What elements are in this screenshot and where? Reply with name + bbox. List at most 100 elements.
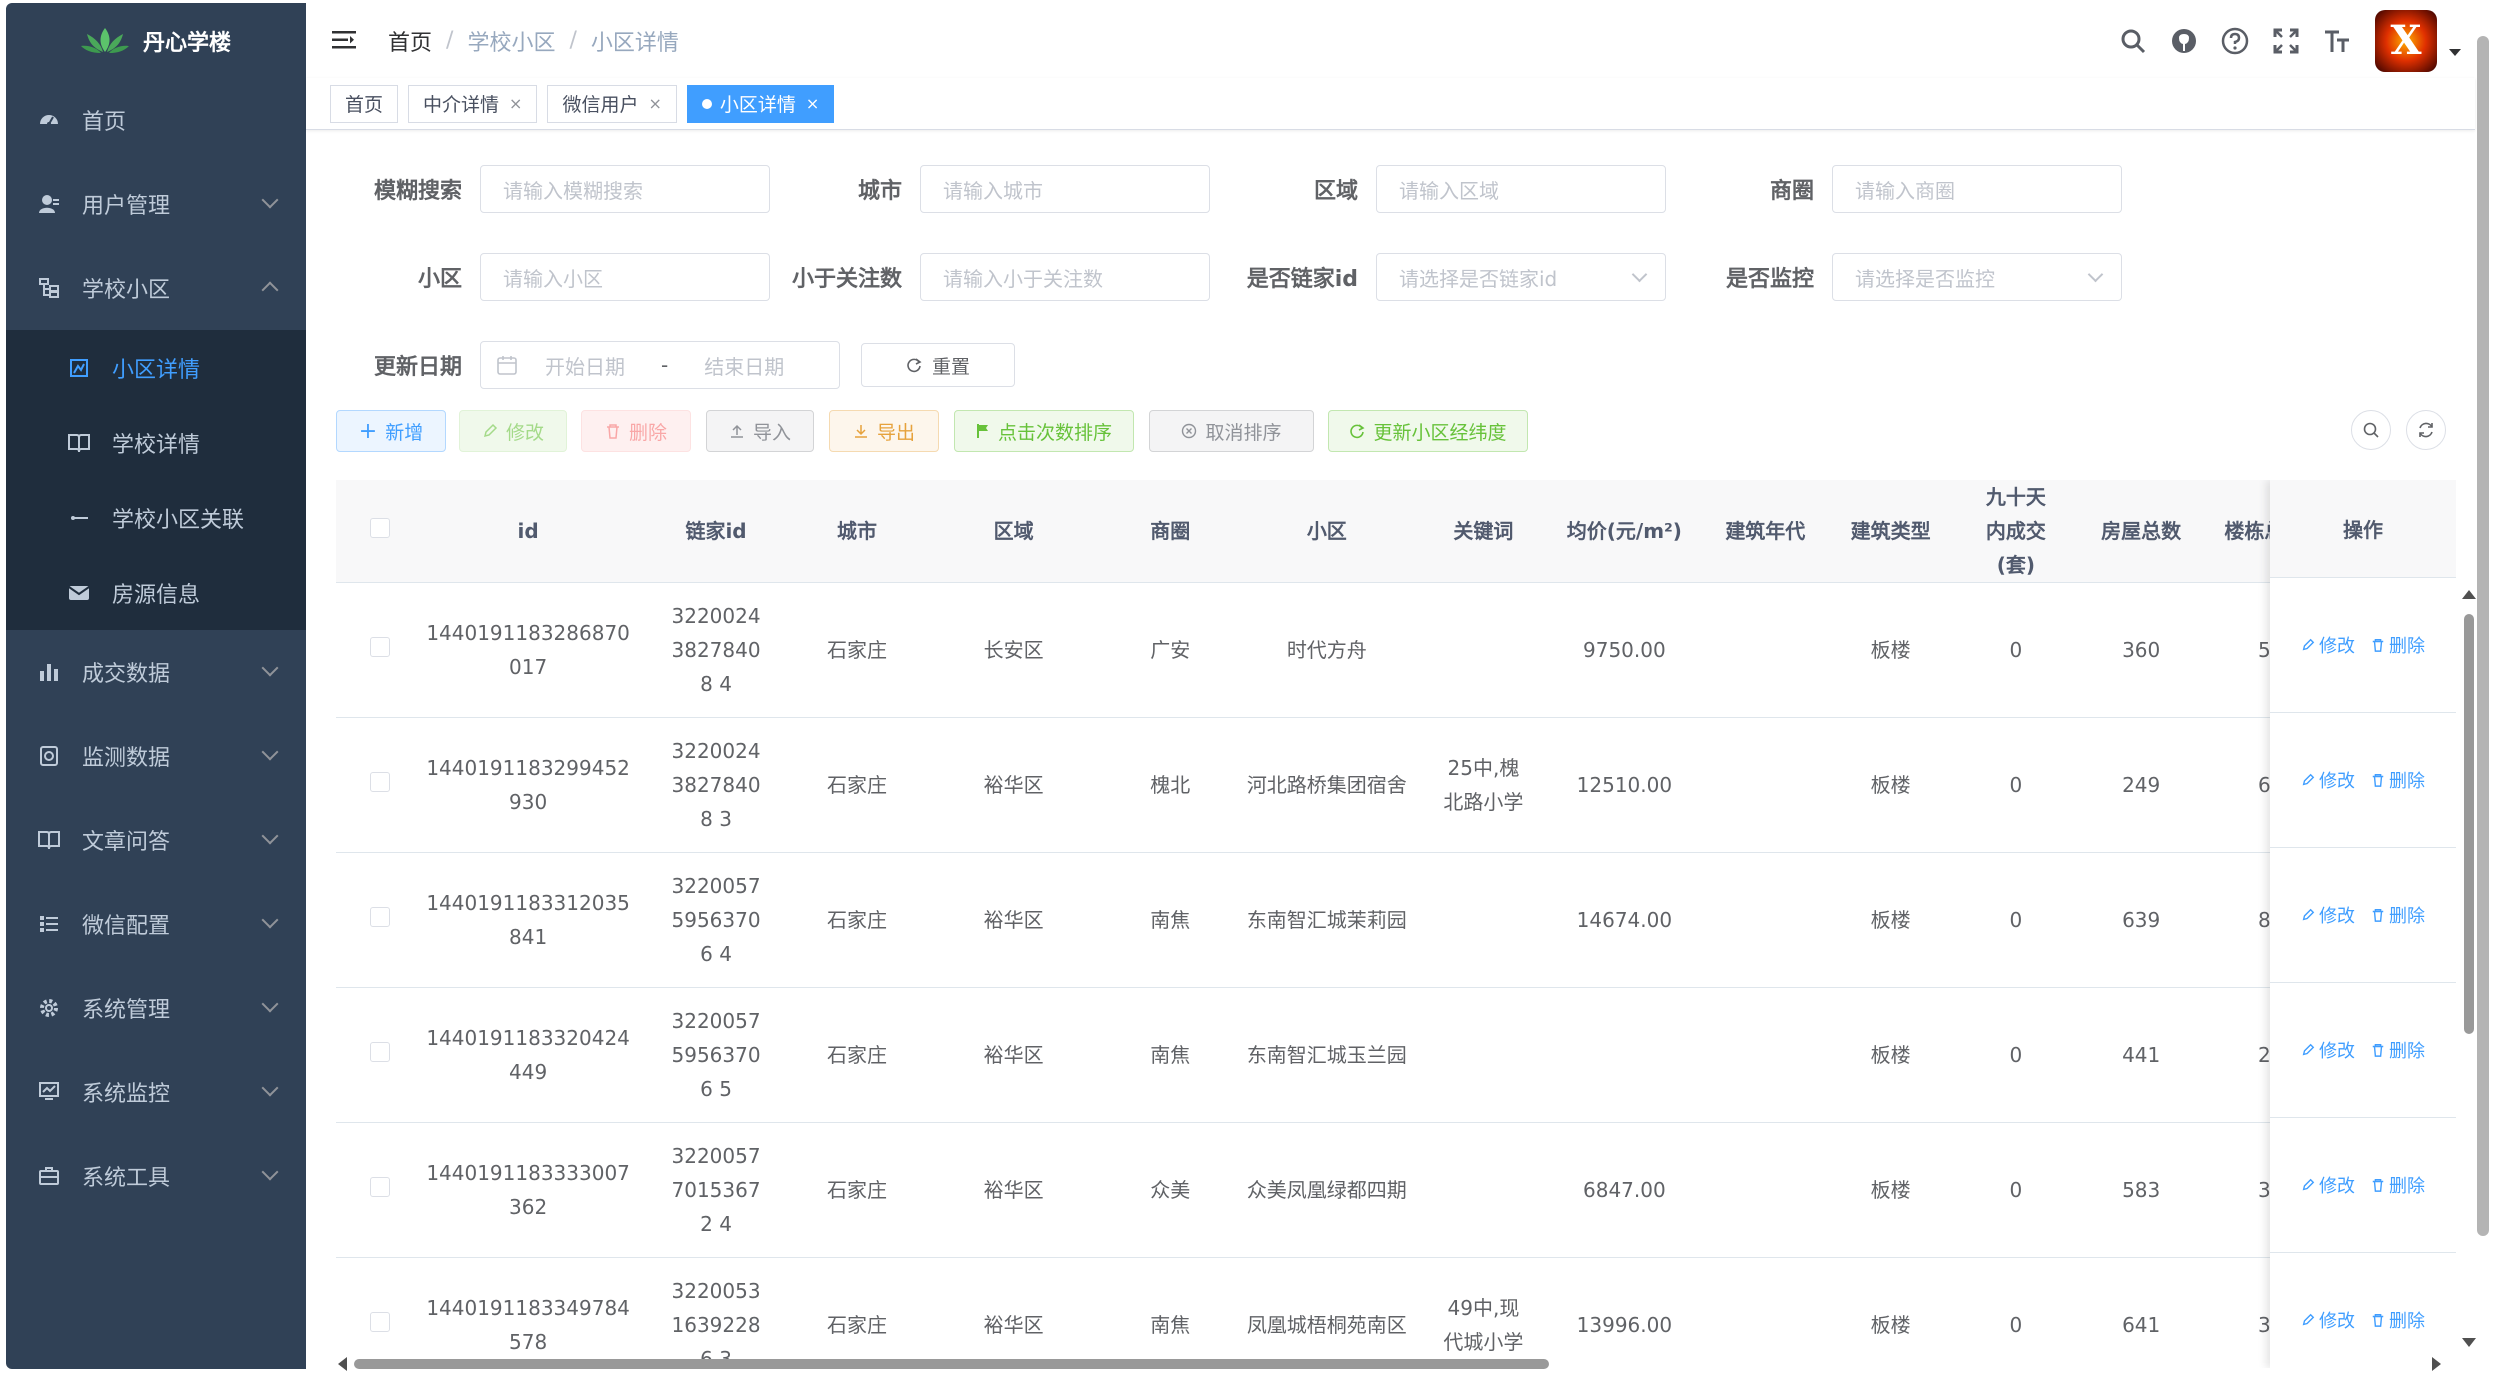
row-edit-button[interactable]: 修改 (2301, 1172, 2355, 1198)
table-horizontal-scrollbar[interactable] (336, 1355, 2456, 1373)
table-row[interactable]: 1440191183320424449 322005759563706 5 石家庄裕… (336, 987, 2456, 1123)
import-button[interactable]: 导入 (706, 410, 814, 452)
refresh-icon (1350, 424, 1365, 439)
add-button[interactable]: + 新增 (336, 410, 446, 452)
breadcrumb-item[interactable]: 首页 (388, 25, 432, 57)
sort-by-clicks-button[interactable]: 点击次数排序 (954, 410, 1134, 452)
submenu-school-community: 小区详情 学校详情 学校小区关联 房源信息 (6, 330, 306, 630)
select-all-checkbox[interactable] (369, 518, 390, 538)
sidebar-item-monitor-data[interactable]: 监测数据 (6, 714, 306, 798)
refresh-table-button[interactable] (2406, 410, 2446, 450)
row-delete-button[interactable]: 删除 (2371, 767, 2425, 793)
user-avatar[interactable]: X (2375, 9, 2437, 72)
row-edit-button[interactable]: 修改 (2301, 632, 2355, 658)
question-icon[interactable] (2218, 24, 2252, 58)
row-edit-button[interactable]: 修改 (2301, 767, 2355, 793)
logo[interactable]: 丹心学楼 (6, 3, 306, 78)
row-delete-button[interactable]: 删除 (2371, 632, 2425, 658)
row-checkbox-cell[interactable] (336, 717, 424, 853)
sidebar-item-wechat-config[interactable]: 微信配置 (6, 882, 306, 966)
reset-button[interactable]: 重置 (861, 343, 1015, 387)
row-delete-button[interactable]: 删除 (2371, 902, 2425, 928)
table-row[interactable]: 1440191183312035841 322005759563706 4 石家庄裕… (336, 852, 2456, 988)
row-edit-button[interactable]: 修改 (2301, 902, 2355, 928)
lianjia-select[interactable]: 请选择是否链家id (1376, 253, 1666, 301)
hamburger-icon[interactable] (330, 26, 360, 56)
filter-label: 商圈 (1769, 179, 1814, 204)
scroll-up-arrow-icon[interactable] (2462, 590, 2476, 599)
row-checkbox-cell[interactable] (336, 1257, 424, 1368)
row-checkbox-cell[interactable] (336, 582, 424, 718)
row-checkbox[interactable] (369, 1312, 390, 1332)
community-input[interactable]: 请输入小区 (480, 253, 770, 301)
header-checkbox-cell[interactable] (336, 480, 424, 583)
date-range-picker[interactable]: 开始日期 - 结束日期 (480, 341, 840, 389)
update-geo-button[interactable]: 更新小区经纬度 (1328, 410, 1528, 452)
row-checkbox[interactable] (369, 1042, 390, 1062)
toggle-search-button[interactable] (2351, 410, 2391, 450)
sidebar-item-system-tools[interactable]: 系统工具 (6, 1134, 306, 1218)
sidebar-item-school-detail[interactable]: 学校详情 (6, 405, 306, 480)
search-icon[interactable] (2116, 24, 2150, 58)
scroll-down-arrow-icon[interactable] (2462, 1338, 2476, 1347)
row-checkbox[interactable] (369, 637, 390, 657)
sidebar-item-user-management[interactable]: 用户管理 (6, 162, 306, 246)
table-row[interactable]: 1440191183299452930 322002438278408 3 石家庄裕… (336, 717, 2456, 853)
scrollbar-thumb[interactable] (354, 1359, 1549, 1369)
close-icon[interactable]: × (806, 94, 819, 113)
row-checkbox[interactable] (369, 772, 390, 792)
row-edit-button[interactable]: 修改 (2301, 1037, 2355, 1063)
sidebar-item-system-monitor[interactable]: 系统监控 (6, 1050, 306, 1134)
date-end[interactable]: 结束日期 (704, 351, 784, 380)
sidebar-item-community-detail[interactable]: 小区详情 (6, 330, 306, 405)
close-icon[interactable]: × (509, 94, 522, 113)
fullscreen-icon[interactable] (2269, 24, 2303, 58)
row-delete-button[interactable]: 删除 (2371, 1037, 2425, 1063)
table-row[interactable]: 1440191183349784578 322005316392286 3 石家庄裕… (336, 1257, 2456, 1368)
business-input[interactable]: 请输入商圈 (1832, 165, 2122, 213)
table-row[interactable]: 1440191183286870017 322002438278408 4 石家庄长… (336, 582, 2456, 718)
table-row[interactable]: 1440191183333007362 322005770153672 4 石家庄裕… (336, 1122, 2456, 1258)
github-icon[interactable] (2167, 24, 2201, 58)
scroll-right-arrow-icon[interactable] (2432, 1357, 2441, 1371)
edit-button[interactable]: 修改 (459, 410, 567, 452)
sidebar-item-system-management[interactable]: 系统管理 (6, 966, 306, 1050)
row-checkbox-cell[interactable] (336, 987, 424, 1123)
scroll-left-arrow-icon[interactable] (338, 1357, 347, 1371)
row-checkbox[interactable] (369, 907, 390, 927)
district-input[interactable]: 请输入区域 (1376, 165, 1666, 213)
tag-community-detail[interactable]: 小区详情 × (686, 84, 835, 123)
follow-count-input[interactable]: 请输入小于关注数 (920, 253, 1210, 301)
tag-home[interactable]: 首页 (330, 84, 399, 123)
sidebar-item-articles[interactable]: 文章问答 (6, 798, 306, 882)
delete-button[interactable]: 删除 (581, 410, 691, 452)
row-edit-button[interactable]: 修改 (2301, 1307, 2355, 1333)
fuzzy-search-input[interactable]: 请输入模糊搜索 (480, 165, 770, 213)
row-operations: 修改 删除 (2270, 713, 2456, 848)
row-delete-button[interactable]: 删除 (2371, 1307, 2425, 1333)
close-icon[interactable]: × (648, 94, 661, 113)
cancel-sort-button[interactable]: 取消排序 (1149, 410, 1314, 452)
cell-keyword (1426, 1122, 1541, 1258)
row-delete-button[interactable]: 删除 (2371, 1172, 2425, 1198)
sidebar-item-deal-data[interactable]: 成交数据 (6, 630, 306, 714)
export-button[interactable]: 导出 (829, 410, 939, 452)
tag-wechat-users[interactable]: 微信用户 × (547, 84, 677, 123)
sidebar-item-home[interactable]: 首页 (6, 78, 306, 162)
date-start[interactable]: 开始日期 (545, 351, 625, 380)
row-checkbox-cell[interactable] (336, 852, 424, 988)
row-checkbox[interactable] (369, 1177, 390, 1197)
caret-down-icon[interactable] (2449, 49, 2461, 56)
cell-houses: 249 (2073, 717, 2210, 853)
sidebar-item-housing-info[interactable]: 房源信息 (6, 555, 306, 630)
page-scrollbar[interactable] (2477, 36, 2489, 1236)
row-edit-label: 修改 (2319, 1041, 2355, 1062)
row-checkbox-cell[interactable] (336, 1122, 424, 1258)
city-input[interactable]: 请输入城市 (920, 165, 1210, 213)
sidebar-item-school-community-link[interactable]: 学校小区关联 (6, 480, 306, 555)
monitor-select[interactable]: 请选择是否监控 (1832, 253, 2122, 301)
tag-agency-detail[interactable]: 中介详情 × (408, 84, 538, 123)
sidebar-item-school-community[interactable]: 学校小区 (6, 246, 306, 330)
scrollbar-thumb[interactable] (2464, 614, 2474, 1034)
font-size-icon[interactable] (2320, 24, 2354, 58)
